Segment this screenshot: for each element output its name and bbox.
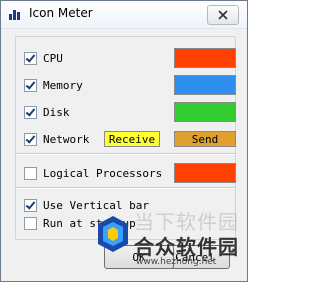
vertical-bar-label: Use Vertical bar [43,198,149,212]
options-groupbox: CPU Memory Disk Network Receive Send Log… [15,36,236,240]
receive-color-swatch[interactable]: Receive [104,131,160,147]
vertical-bar-row: Use Vertical bar [24,195,149,215]
separator-1 [16,153,235,155]
title-bar: Icon Meter [1,1,247,29]
memory-row: Memory [24,75,83,95]
network-label: Network [43,132,90,146]
cpu-label: CPU [43,51,63,65]
disk-color-swatch[interactable] [174,102,236,122]
memory-color-swatch[interactable] [174,75,236,95]
memory-label: Memory [43,78,83,92]
icon-meter-window: Icon Meter CPU Memory Disk Network Recei… [0,0,248,282]
startup-label: Run at startup [43,216,136,230]
logical-processors-color-swatch[interactable] [174,163,236,183]
cpu-color-swatch[interactable] [174,48,236,68]
cpu-checkbox[interactable] [24,51,37,65]
disk-row: Disk [24,102,70,122]
network-row: Network [24,129,89,149]
startup-checkbox[interactable] [24,216,37,230]
separator-2 [16,187,235,189]
send-color-swatch[interactable]: Send [174,131,236,147]
close-icon [218,10,228,20]
network-checkbox[interactable] [24,132,37,146]
app-meter-icon [9,8,23,20]
disk-label: Disk [43,105,70,119]
memory-checkbox[interactable] [24,78,37,92]
logical-processors-checkbox[interactable] [24,166,37,180]
window-title: Icon Meter [29,6,93,20]
ok-button[interactable]: OK [104,245,174,269]
logical-processors-label: Logical Processors [43,166,163,180]
close-button[interactable] [207,5,239,25]
startup-row: Run at startup [24,213,136,233]
cpu-row: CPU [24,48,63,68]
vertical-bar-checkbox[interactable] [24,198,37,212]
logical-processors-row: Logical Processors [24,163,162,183]
settings-panel: CPU Memory Disk Network Receive Send Log… [7,30,241,281]
disk-checkbox[interactable] [24,105,37,119]
